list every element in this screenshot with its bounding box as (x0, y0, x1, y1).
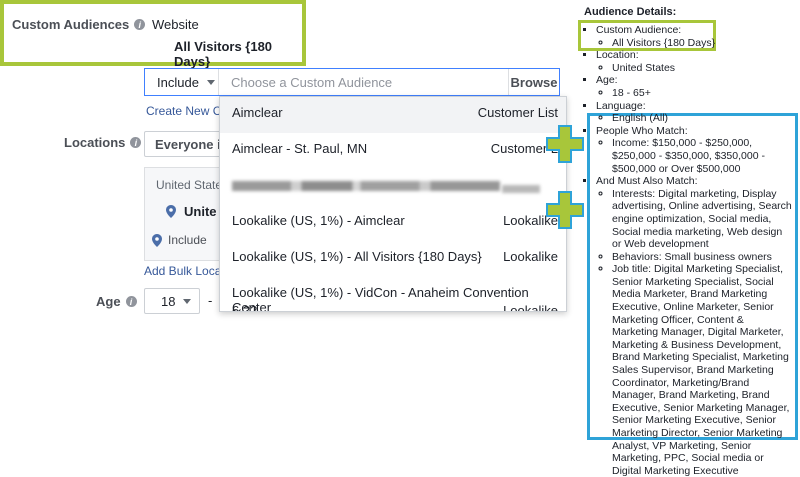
audience-search-box: Include Choose a Custom Audience Browse (144, 68, 560, 96)
browse-button[interactable]: Browse (508, 69, 559, 95)
location-pin-icon (166, 205, 176, 218)
age-dash: - (208, 293, 213, 308)
dropdown-item[interactable]: Lookalike (US, 1%) - Aimclear Lookalike (220, 205, 566, 241)
country-row: Unite (166, 204, 217, 219)
audience-search-input[interactable]: Choose a Custom Audience (231, 75, 392, 90)
audience-dropdown: Aimclear Customer List Aimclear - St. Pa… (219, 96, 567, 312)
age-label: Age i (96, 294, 137, 309)
age-min-select[interactable]: 18 (144, 288, 200, 314)
location-include-select[interactable]: Include (152, 233, 207, 247)
dropdown-item[interactable]: Lookalike (US, 1%) - All Visitors {180 D… (220, 241, 566, 277)
country-header: United State (156, 178, 223, 192)
custom-audiences-label: Custom Audiences i (12, 17, 146, 32)
custom-audience-chip[interactable]: Website All Visitors {180 Days} (144, 10, 300, 69)
dropdown-item[interactable]: Aimclear - St. Paul, MN Customer L (220, 133, 566, 169)
chevron-down-icon (206, 79, 215, 85)
blurred-text (502, 185, 540, 193)
blurred-text (232, 181, 500, 191)
dropdown-item-blurred[interactable] (220, 169, 566, 205)
create-new-link[interactable]: Create New C (146, 104, 221, 118)
chevron-down-icon (183, 298, 192, 304)
audience-details-title: Audience Details: (584, 6, 677, 18)
add-bulk-locations-link[interactable]: Add Bulk Loca (144, 264, 221, 278)
selected-audience: All Visitors {180 Days} (174, 39, 273, 69)
audience-details-list: Custom Audience: All Visitors {180 Days}… (578, 24, 792, 477)
include-select[interactable]: Include (145, 69, 219, 95)
audience-group-label: Website (152, 17, 199, 32)
location-pin-icon (152, 233, 162, 247)
info-icon[interactable]: i (125, 296, 137, 307)
locations-label: Locations i (64, 135, 142, 150)
info-icon[interactable]: i (130, 137, 142, 148)
dropdown-item[interactable]: Lookalike (US, 1%) - VidCon - Anaheim Co… (220, 277, 566, 311)
dropdown-item[interactable]: Aimclear Customer List (220, 97, 566, 133)
